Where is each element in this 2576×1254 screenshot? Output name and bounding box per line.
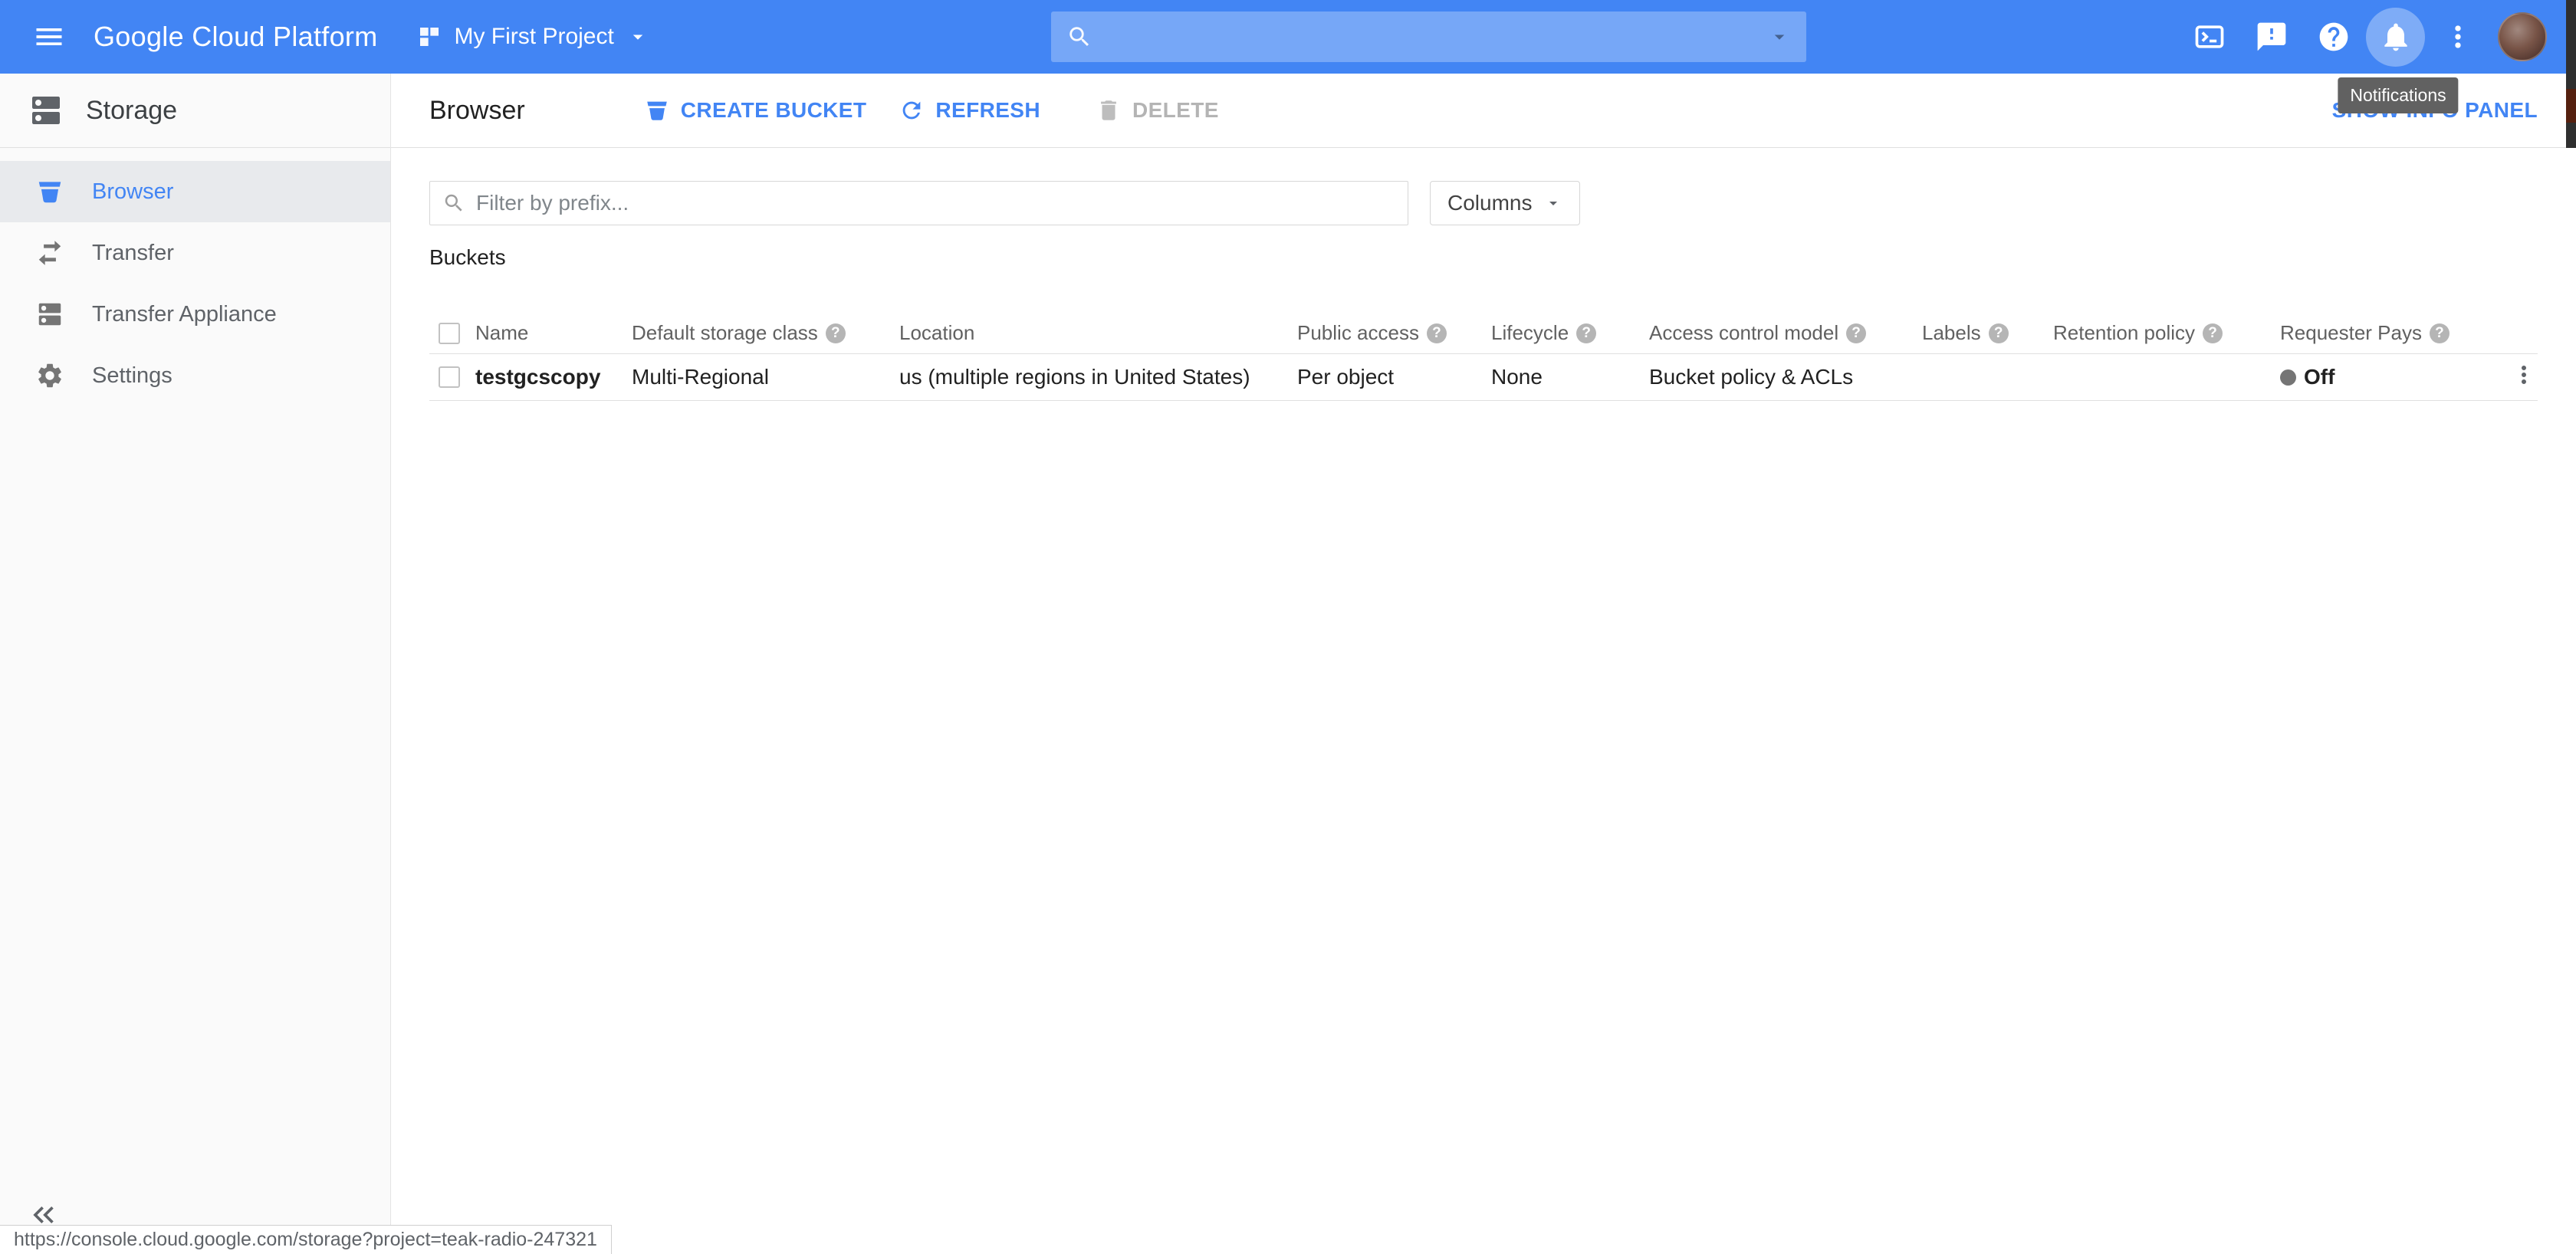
hamburger-menu-icon[interactable]: [18, 6, 80, 67]
cloud-shell-icon[interactable]: [2180, 8, 2239, 67]
header-requester-pays: Requester Pays: [2280, 321, 2422, 345]
bucket-icon: [35, 177, 64, 206]
delete-label: DELETE: [1132, 98, 1219, 123]
create-bucket-button[interactable]: CREATE BUCKET: [644, 97, 867, 123]
page-toolbar: Browser CREATE BUCKET REFRESH DELETE SHO…: [391, 74, 2576, 148]
help-icon[interactable]: ?: [1846, 323, 1866, 343]
columns-label: Columns: [1447, 191, 1532, 215]
header-lifecycle: Lifecycle: [1491, 321, 1569, 345]
search-icon: [442, 192, 465, 215]
header-access-control: Access control model: [1649, 321, 1838, 345]
help-icon[interactable]: ?: [2430, 323, 2450, 343]
status-url: https://console.cloud.google.com/storage…: [14, 1229, 597, 1251]
sidebar-item-label: Transfer Appliance: [92, 302, 277, 327]
help-icon[interactable]: ?: [1989, 323, 2009, 343]
notifications-bell-icon[interactable]: [2366, 8, 2425, 67]
refresh-icon: [899, 97, 925, 123]
table-header-row: Name Default storage class ? Location Pu…: [429, 313, 2538, 354]
help-icon[interactable]: ?: [1427, 323, 1447, 343]
bucket-icon: [644, 97, 670, 123]
delete-button[interactable]: DELETE: [1096, 97, 1219, 123]
cell-public-access: Per object: [1297, 365, 1394, 389]
header-labels: Labels: [1922, 321, 1981, 345]
header-retention-policy: Retention policy: [2053, 321, 2195, 345]
more-vertical-icon[interactable]: [2428, 8, 2487, 67]
appliance-icon: [35, 300, 64, 329]
screen-edge-artifact: [2566, 0, 2576, 148]
global-search-input[interactable]: [1105, 24, 1756, 50]
chevron-down-icon: [626, 25, 649, 48]
header-location: Location: [899, 321, 974, 345]
sidebar-item-label: Settings: [92, 363, 172, 389]
cell-requester-pays: Off: [2304, 365, 2334, 389]
trash-icon: [1096, 97, 1122, 123]
page-title: Browser: [429, 96, 525, 126]
gear-icon: [35, 361, 64, 390]
main-content: Browser CREATE BUCKET REFRESH DELETE SHO…: [391, 74, 2576, 1254]
project-icon: [417, 25, 442, 49]
cell-lifecycle: None: [1491, 365, 1543, 389]
sidebar-item-label: Transfer: [92, 241, 174, 266]
select-all-checkbox[interactable]: [439, 323, 460, 344]
columns-dropdown-button[interactable]: Columns: [1430, 181, 1580, 225]
help-icon[interactable]: ?: [1576, 323, 1596, 343]
buckets-table: Name Default storage class ? Location Pu…: [429, 313, 2538, 401]
header-storage-class: Default storage class: [632, 321, 818, 345]
row-checkbox[interactable]: [439, 366, 460, 388]
sidebar: Storage Browser Transfer Transfer Applia…: [0, 74, 391, 1254]
cell-storage-class: Multi-Regional: [632, 365, 769, 389]
brand-logo: Google Cloud Platform: [94, 21, 377, 53]
feedback-icon[interactable]: [2242, 8, 2301, 67]
app-header: Google Cloud Platform My First Project: [0, 0, 2576, 74]
status-bar: https://console.cloud.google.com/storage…: [0, 1225, 612, 1254]
filter-input[interactable]: [476, 191, 1395, 215]
sidebar-item-settings[interactable]: Settings: [0, 345, 390, 406]
bucket-name-link[interactable]: testgcscopy: [475, 365, 600, 389]
sidebar-item-transfer-appliance[interactable]: Transfer Appliance: [0, 284, 390, 345]
sidebar-item-transfer[interactable]: Transfer: [0, 222, 390, 284]
transfer-arrows-icon: [35, 238, 64, 268]
sidebar-title: Storage: [86, 96, 177, 126]
avatar[interactable]: [2498, 12, 2547, 61]
sidebar-item-browser[interactable]: Browser: [0, 161, 390, 222]
cell-location: us (multiple regions in United States): [899, 365, 1250, 389]
sidebar-nav: Browser Transfer Transfer Appliance Sett…: [0, 148, 390, 406]
help-icon[interactable]: ?: [826, 323, 846, 343]
cell-access-control: Bucket policy & ACLs: [1649, 365, 1853, 389]
project-name: My First Project: [454, 24, 613, 50]
help-icon[interactable]: [2304, 8, 2363, 67]
notifications-tooltip: Notifications: [2338, 77, 2458, 113]
chevron-down-icon: [1544, 194, 1562, 212]
refresh-button[interactable]: REFRESH: [899, 97, 1040, 123]
header-public-access: Public access: [1297, 321, 1419, 345]
storage-product-icon: [28, 92, 64, 129]
project-selector[interactable]: My First Project: [417, 24, 649, 50]
search-options-caret-icon[interactable]: [1768, 25, 1791, 48]
content-area: Columns Buckets Name Default storage cla…: [391, 148, 2576, 401]
filter-row: Columns: [429, 181, 2538, 225]
buckets-section-label: Buckets: [429, 245, 2538, 270]
row-more-vertical-icon[interactable]: [2510, 361, 2538, 394]
global-search-bar[interactable]: [1051, 11, 1806, 62]
search-icon: [1066, 24, 1092, 50]
create-bucket-label: CREATE BUCKET: [681, 98, 867, 123]
header-name: Name: [475, 321, 528, 345]
table-row[interactable]: testgcscopy Multi-Regional us (multiple …: [429, 354, 2538, 401]
header-actions: [2180, 8, 2576, 67]
filter-box[interactable]: [429, 181, 1408, 225]
sidebar-item-label: Browser: [92, 179, 173, 205]
requester-pays-status-dot: [2280, 369, 2296, 386]
sidebar-header: Storage: [0, 74, 390, 148]
refresh-label: REFRESH: [935, 98, 1040, 123]
help-icon[interactable]: ?: [2203, 323, 2223, 343]
